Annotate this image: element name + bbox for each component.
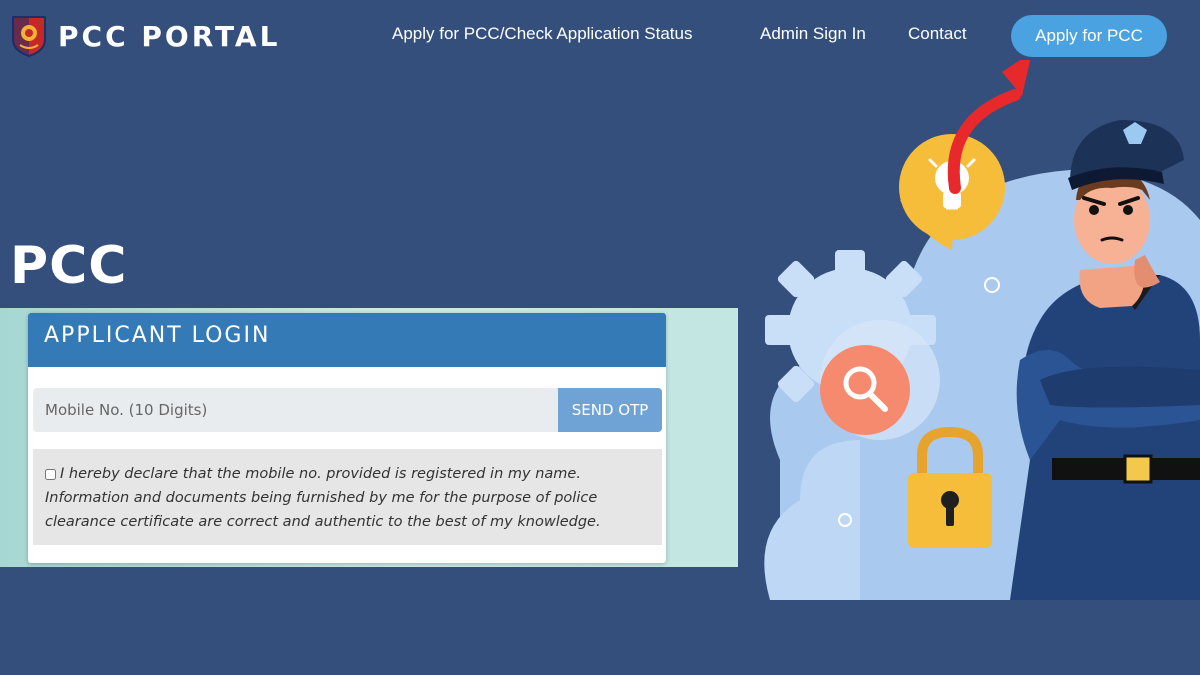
nav-admin-sign-in[interactable]: Admin Sign In [760,24,866,44]
apply-for-pcc-button[interactable]: Apply for PCC [1011,15,1167,57]
brand-title: PCC PORTAL [58,19,281,53]
applicant-login-card: APPLICANT LOGIN SEND OTP I hereby declar… [28,313,666,563]
declaration-text: I hereby declare that the mobile no. pro… [45,466,601,530]
search-icon [820,345,910,435]
nav-apply-check-status[interactable]: Apply for PCC/Check Application Status [392,24,692,44]
mobile-input-group: SEND OTP [33,388,662,432]
police-emblem-icon [12,16,46,57]
nav-contact[interactable]: Contact [908,24,967,44]
login-card-title: APPLICANT LOGIN [28,313,666,367]
declaration-checkbox[interactable] [45,468,56,480]
police-officer-illustration [764,60,1200,600]
hero-title: PCC [10,236,128,296]
mobile-number-input[interactable] [33,388,558,432]
site-logo[interactable]: PCC PORTAL [10,15,280,57]
send-otp-button[interactable]: SEND OTP [558,388,662,432]
declaration-box: I hereby declare that the mobile no. pro… [33,449,662,545]
